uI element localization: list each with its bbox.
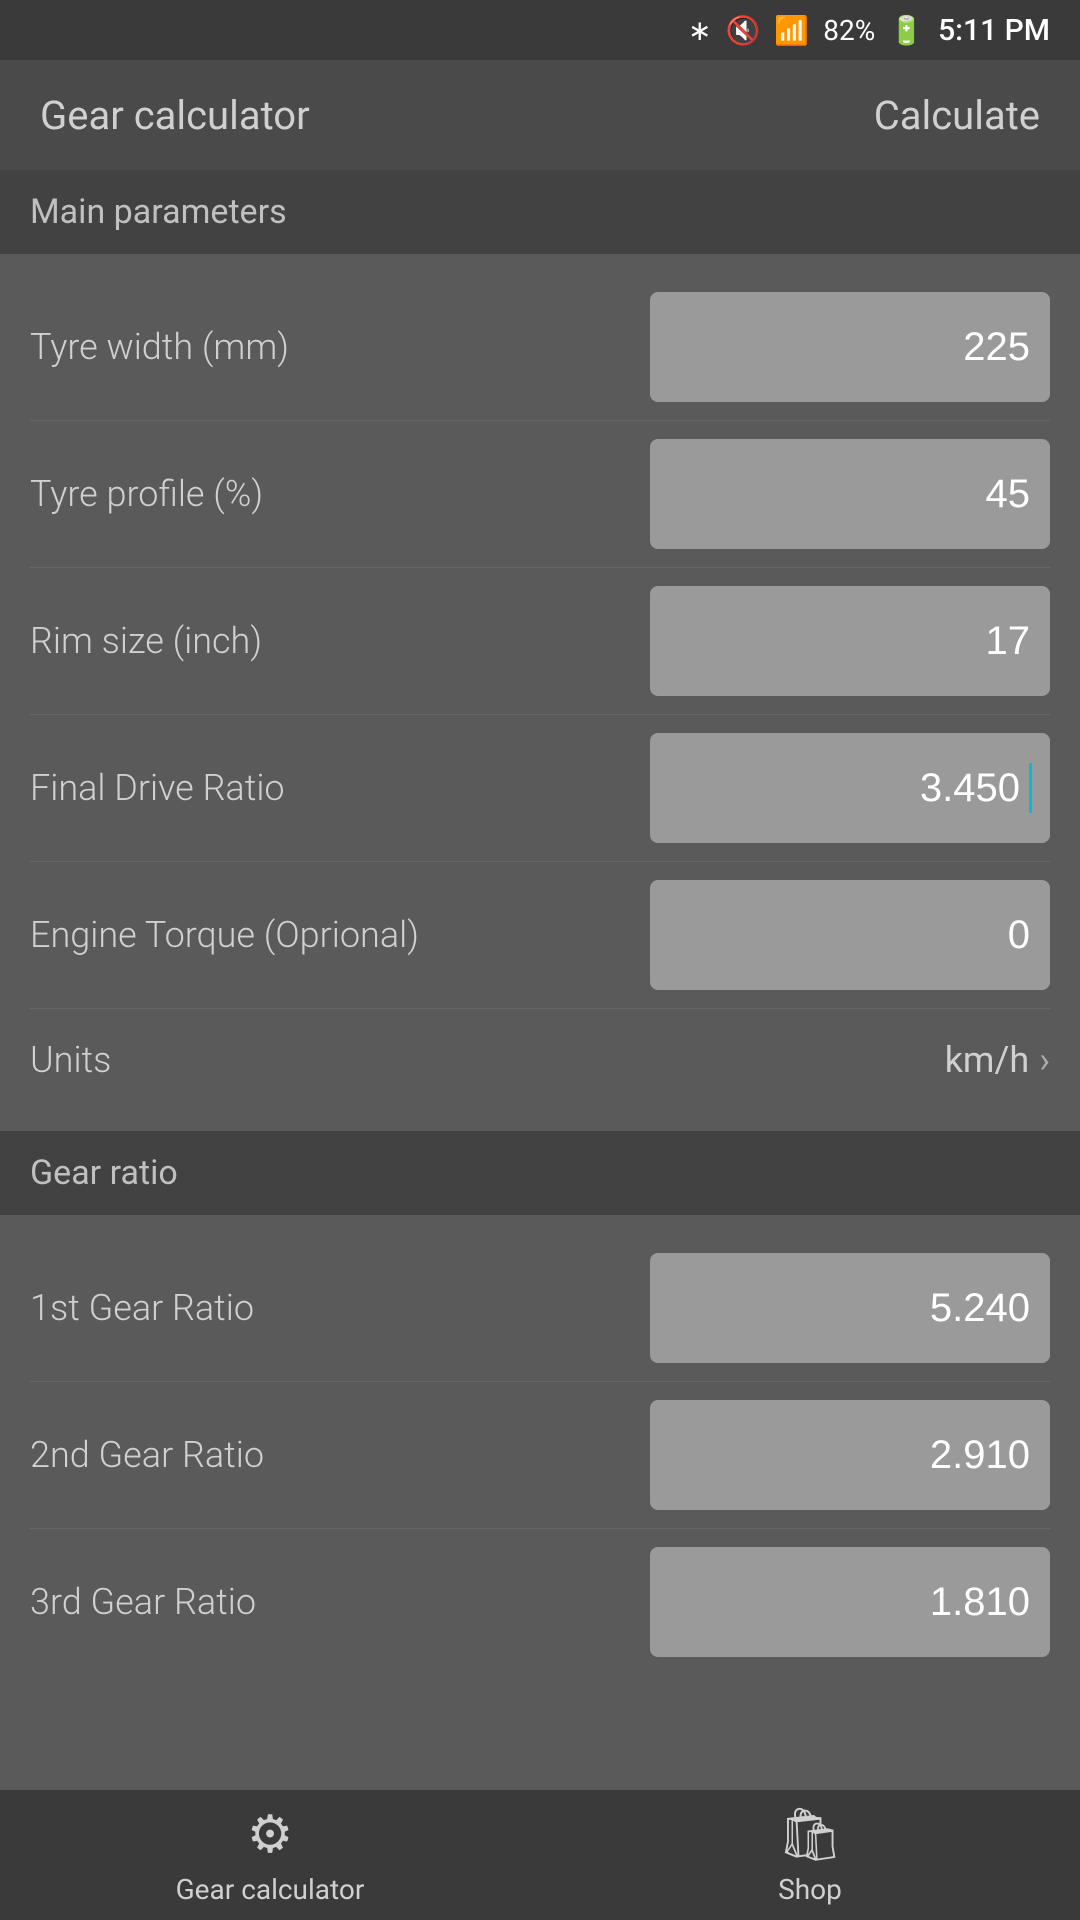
clock: 5:11 PM bbox=[938, 13, 1050, 48]
3rd-gear-ratio-input[interactable] bbox=[650, 1547, 1050, 1657]
shop-icon: 🛍 bbox=[777, 1804, 843, 1865]
2nd-gear-ratio-row: 2nd Gear Ratio bbox=[30, 1382, 1050, 1529]
app-title: Gear calculator bbox=[40, 92, 310, 139]
battery-icon: 🔋 bbox=[889, 14, 924, 47]
engine-torque-row: Engine Torque (Oprional) bbox=[30, 862, 1050, 1009]
units-row[interactable]: Units km/h › bbox=[30, 1009, 1050, 1111]
rim-size-input[interactable] bbox=[650, 586, 1050, 696]
nav-gear-calculator[interactable]: ⚙ Gear calculator bbox=[0, 1804, 540, 1906]
nav-gear-calculator-label: Gear calculator bbox=[176, 1873, 365, 1906]
main-parameters-form: Tyre width (mm) Tyre profile (%) Rim siz… bbox=[0, 254, 1080, 1131]
units-current-value: km/h bbox=[945, 1039, 1030, 1081]
bluetooth-icon: ∗ bbox=[688, 14, 711, 47]
nav-shop[interactable]: 🛍 Shop bbox=[540, 1804, 1080, 1906]
tyre-profile-row: Tyre profile (%) bbox=[30, 421, 1050, 568]
mute-icon: 🔇 bbox=[725, 14, 760, 47]
rim-size-row: Rim size (inch) bbox=[30, 568, 1050, 715]
tyre-width-label: Tyre width (mm) bbox=[30, 326, 650, 368]
engine-torque-input[interactable] bbox=[650, 880, 1050, 990]
nav-shop-label: Shop bbox=[778, 1873, 842, 1906]
gear-ratio-header: Gear ratio bbox=[0, 1131, 1080, 1215]
main-parameters-title: Main parameters bbox=[30, 192, 287, 232]
engine-torque-label: Engine Torque (Oprional) bbox=[30, 914, 650, 956]
tyre-width-input[interactable] bbox=[650, 292, 1050, 402]
2nd-gear-ratio-input[interactable] bbox=[650, 1400, 1050, 1510]
tyre-width-row: Tyre width (mm) bbox=[30, 274, 1050, 421]
bottom-nav: ⚙ Gear calculator 🛍 Shop bbox=[0, 1790, 1080, 1920]
rim-size-label: Rim size (inch) bbox=[30, 620, 650, 662]
3rd-gear-ratio-row: 3rd Gear Ratio bbox=[30, 1529, 1050, 1675]
chevron-right-icon: › bbox=[1039, 1039, 1050, 1081]
1st-gear-ratio-row: 1st Gear Ratio bbox=[30, 1235, 1050, 1382]
3rd-gear-ratio-label: 3rd Gear Ratio bbox=[30, 1581, 650, 1623]
final-drive-ratio-wrapper bbox=[650, 733, 1050, 843]
2nd-gear-ratio-label: 2nd Gear Ratio bbox=[30, 1434, 650, 1476]
wifi-icon: 📶 bbox=[774, 14, 809, 47]
1st-gear-ratio-label: 1st Gear Ratio bbox=[30, 1287, 650, 1329]
units-value-container[interactable]: km/h › bbox=[945, 1039, 1050, 1081]
battery-level: 82% bbox=[823, 14, 875, 47]
tyre-profile-input[interactable] bbox=[650, 439, 1050, 549]
1st-gear-ratio-input[interactable] bbox=[650, 1253, 1050, 1363]
final-drive-ratio-label: Final Drive Ratio bbox=[30, 767, 650, 809]
calculate-button[interactable]: Calculate bbox=[874, 92, 1040, 139]
units-label: Units bbox=[30, 1039, 111, 1081]
top-bar: Gear calculator Calculate bbox=[0, 60, 1080, 170]
gear-icon: ⚙ bbox=[247, 1804, 294, 1865]
tyre-profile-label: Tyre profile (%) bbox=[30, 473, 650, 515]
gear-ratio-form: 1st Gear Ratio 2nd Gear Ratio 3rd Gear R… bbox=[0, 1215, 1080, 1695]
status-icons: ∗ 🔇 📶 82% 🔋 5:11 PM bbox=[688, 13, 1050, 48]
final-drive-ratio-input[interactable] bbox=[650, 733, 1050, 843]
final-drive-ratio-row: Final Drive Ratio bbox=[30, 715, 1050, 862]
status-bar: ∗ 🔇 📶 82% 🔋 5:11 PM bbox=[0, 0, 1080, 60]
gear-ratio-title: Gear ratio bbox=[30, 1153, 178, 1193]
text-cursor bbox=[1029, 763, 1032, 813]
main-parameters-header: Main parameters bbox=[0, 170, 1080, 254]
scroll-content: Main parameters Tyre width (mm) Tyre pro… bbox=[0, 170, 1080, 1835]
